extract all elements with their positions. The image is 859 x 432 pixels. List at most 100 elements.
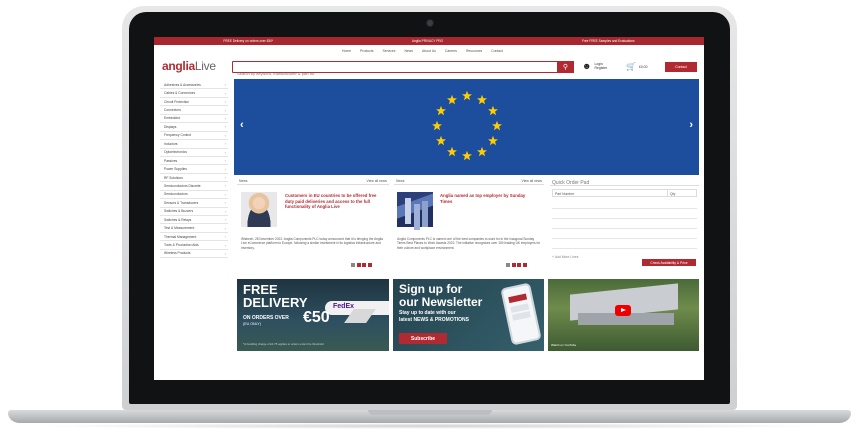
chevron-right-icon: › [224, 149, 226, 155]
warehouse-video[interactable]: Watch on YouTube [548, 279, 699, 351]
nav-news[interactable]: News [404, 49, 412, 53]
search-box [232, 61, 561, 79]
sidebar-category-item[interactable]: Frequency Control › [160, 132, 228, 141]
news-title-eu[interactable]: Customers in EU countries to be offered … [285, 193, 385, 210]
carousel-dot[interactable] [362, 263, 366, 267]
chevron-right-icon: › [224, 234, 226, 240]
anglia-live-logo[interactable]: angliaLive [162, 59, 216, 73]
eu-star-icon [492, 120, 502, 131]
news-body-employer: Anglia Components PLC is named one of th… [397, 237, 541, 250]
topbar-item-privacy[interactable]: Anglia PRIVACY PRO [412, 39, 443, 43]
orders-over-line: ON ORDERS OVER [243, 315, 289, 321]
part-number-field[interactable] [552, 201, 697, 209]
carousel-dot[interactable] [506, 263, 510, 267]
part-number-field[interactable] [552, 221, 697, 229]
sidebar-category-item[interactable]: Displays › [160, 123, 228, 132]
eu-hero-banner[interactable]: ‹ › [234, 79, 699, 175]
chevron-right-icon: › [224, 183, 226, 189]
delivery-line: DELIVERY [243, 295, 308, 310]
register-label: Register [594, 66, 608, 70]
news-label: News [396, 179, 405, 183]
nav-about[interactable]: About Us [422, 49, 436, 53]
sidebar-category-item[interactable]: Sensors & Transducers › [160, 199, 228, 208]
camera-icon [427, 20, 433, 26]
eu-only-note: (EU ONLY) [243, 322, 261, 326]
account-link[interactable]: ☻ Login Register [582, 62, 608, 71]
sidebar-category-item[interactable]: Semiconductors Discrete › [160, 182, 228, 191]
sidebar-category-label: Power Supplies [164, 167, 187, 172]
cart-link[interactable]: 🛒 £0.00 [626, 62, 647, 71]
free-delivery-promo[interactable]: FedEx FREE DELIVERY ON ORDERS OVER €50 (… [237, 279, 389, 351]
youtube-play-icon[interactable] [615, 305, 631, 316]
chevron-right-icon: › [224, 166, 226, 172]
sidebar-category-item[interactable]: Thermal Management › [160, 233, 228, 242]
carousel-dot[interactable] [356, 263, 361, 267]
news-body-eu: Wisbech, 28 November 2022: Anglia Compon… [241, 237, 383, 250]
sidebar-category-item[interactable]: Inductors › [160, 140, 228, 149]
sidebar-category-item[interactable]: Embedded › [160, 115, 228, 124]
sidebar-category-item[interactable]: RF Solutions › [160, 174, 228, 183]
view-all-news-link[interactable]: View all news [367, 179, 387, 184]
nav-products[interactable]: Products [360, 49, 373, 53]
part-number-field[interactable] [552, 231, 697, 239]
nav-resources[interactable]: Resources [466, 49, 482, 53]
sidebar-category-item[interactable]: Switches & Buzzers › [160, 208, 228, 216]
carousel-dot[interactable] [517, 263, 521, 267]
chevron-right-icon: › [224, 141, 226, 147]
news-panel-eu: News View all news Customers in EU countr… [237, 179, 389, 275]
chevron-right-icon: › [224, 250, 226, 256]
eu-star-icon [488, 105, 498, 116]
sidebar-category-item[interactable]: Passives › [160, 157, 228, 166]
topbar-item-delivery[interactable]: FREE Delivery on orders over £50* [223, 39, 273, 43]
sidebar-category-label: Sensors & Transducers [164, 200, 199, 205]
sidebar-category-item[interactable]: Circuit Protection › [160, 98, 228, 107]
carousel-dot[interactable] [522, 263, 527, 267]
carousel-dot[interactable] [511, 263, 516, 267]
chevron-right-icon: › [224, 115, 226, 121]
view-all-news-link[interactable]: View all news [522, 179, 542, 184]
news-thumbnail-city[interactable] [397, 192, 433, 227]
youtube-caption[interactable]: Watch on YouTube [551, 343, 576, 347]
newsletter-line2: our Newsletter [399, 295, 483, 309]
sidebar-category-item[interactable]: Cables & Connectors › [160, 89, 228, 98]
add-more-lines-link[interactable]: + Add More Lines [552, 255, 578, 259]
carousel-dots [506, 263, 527, 267]
part-number-field[interactable] [552, 241, 697, 249]
chevron-right-icon: › [224, 175, 226, 181]
topbar-item-samples[interactable]: Free FREE Samples and Evaluations [582, 39, 635, 43]
sidebar-category-label: Thermal Management [164, 234, 197, 239]
subscribe-button[interactable]: Subscribe [399, 333, 447, 344]
carousel-dot[interactable] [367, 263, 372, 267]
quick-order-title: Quick Order Pad [550, 179, 699, 186]
part-number-field[interactable] [552, 211, 697, 219]
chevron-right-icon: › [224, 107, 226, 113]
sidebar-category-label: Passives [164, 158, 178, 163]
chevron-right-icon: › [224, 191, 226, 197]
carousel-next-arrow-icon[interactable]: › [689, 119, 693, 131]
sidebar-category-item[interactable]: Semiconductors › [160, 191, 228, 200]
sidebar-category-item[interactable]: Optoelectronics › [160, 149, 228, 157]
sidebar-category-item[interactable]: Connectors › [160, 106, 228, 115]
contact-button[interactable]: Contact [665, 62, 697, 72]
news-thumbnail-portrait[interactable] [241, 192, 277, 227]
carousel-prev-arrow-icon[interactable]: ‹ [240, 119, 244, 131]
site-header: angliaLive Home Products Services News A… [154, 45, 704, 79]
search-button[interactable]: ⚲ [557, 61, 574, 73]
sidebar-category-item[interactable]: Test & Measurement › [160, 224, 228, 233]
carousel-dot[interactable] [351, 263, 355, 267]
sidebar-category-item[interactable]: Tools & Production Aids › [160, 241, 228, 250]
check-availability-button[interactable]: Check Availability & Price [642, 259, 696, 266]
laptop-shadow [30, 423, 830, 429]
nav-contact[interactable]: Contact [491, 49, 503, 53]
sidebar-category-item[interactable]: Power Supplies › [160, 165, 228, 174]
nav-services[interactable]: Services [382, 49, 395, 53]
news-title-employer[interactable]: Anglia named as top employer by Sunday T… [440, 193, 528, 204]
sidebar-category-label: Adhesives & Accessories [164, 82, 201, 87]
sidebar-category-item[interactable]: Wireless Products › [160, 250, 228, 259]
sidebar-category-label: Semiconductors [164, 192, 188, 197]
nav-home[interactable]: Home [342, 49, 351, 53]
nav-careers[interactable]: Careers [445, 49, 457, 53]
search-input[interactable] [233, 68, 543, 79]
sidebar-category-item[interactable]: Adhesives & Accessories › [160, 81, 228, 90]
sidebar-category-item[interactable]: Switches & Relays › [160, 216, 228, 225]
